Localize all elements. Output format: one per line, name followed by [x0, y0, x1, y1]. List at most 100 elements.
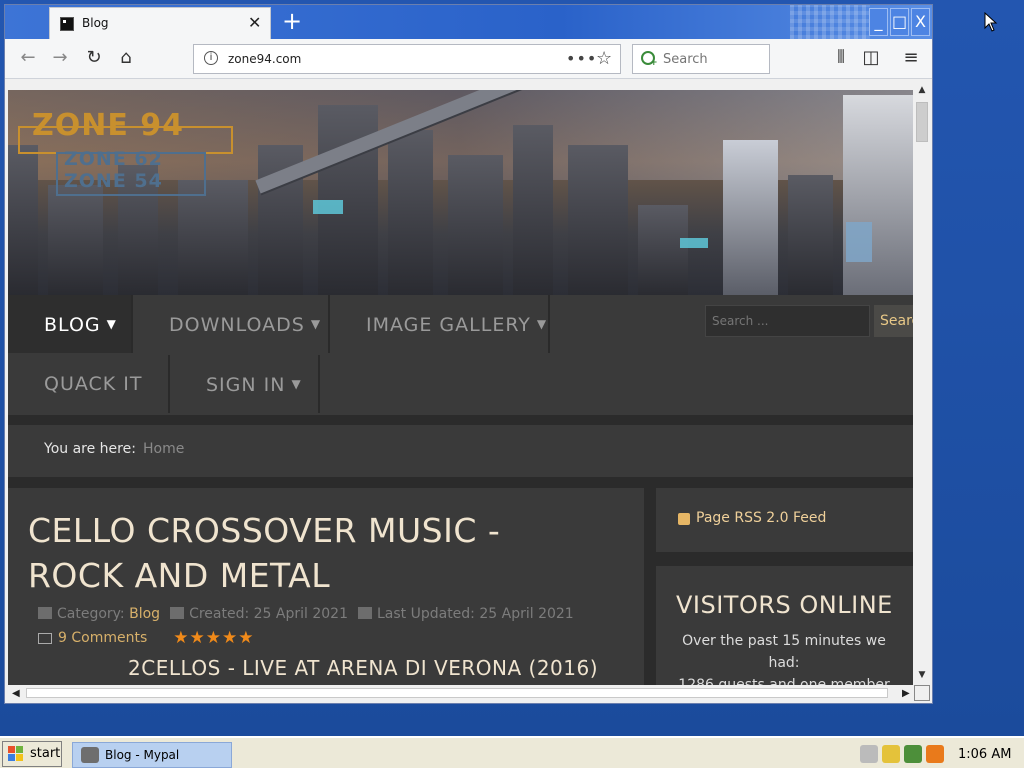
- close-window-button[interactable]: X: [911, 8, 930, 36]
- home-icon[interactable]: ⌂: [113, 45, 139, 71]
- keyboard-icon[interactable]: [860, 745, 878, 763]
- breadcrumb: You are here: Home: [8, 425, 913, 477]
- forward-icon[interactable]: →: [47, 45, 73, 71]
- titlebar-decoration: [790, 5, 870, 39]
- site-info-icon[interactable]: i: [204, 51, 218, 65]
- visitors-text: Over the past 15 minutes we had: 1286 gu…: [674, 630, 894, 685]
- breadcrumb-home-link[interactable]: Home: [143, 441, 184, 457]
- calendar-icon: [357, 607, 372, 619]
- browser-search-input[interactable]: [663, 50, 763, 68]
- favicon-icon: [60, 17, 74, 31]
- network-icon[interactable]: [904, 745, 922, 763]
- logo-line-3: ZONE 54: [64, 170, 163, 192]
- scroll-right-icon[interactable]: ▶: [902, 688, 910, 699]
- visitors-intro: Over the past 15 minutes we had:: [682, 633, 886, 671]
- clock[interactable]: 1:06 AM: [958, 747, 1011, 762]
- window-controls: _ □ X: [869, 8, 930, 36]
- sidebar-toggle-icon[interactable]: ◫: [858, 45, 884, 71]
- comment-icon: [38, 632, 52, 644]
- tab-close-icon[interactable]: ✕: [248, 13, 261, 32]
- site-search-button[interactable]: Search: [874, 305, 913, 337]
- breadcrumb-label: You are here:: [44, 441, 136, 457]
- dropdown-caret-icon: ▼: [536, 317, 548, 331]
- reload-icon[interactable]: ↻: [81, 45, 107, 71]
- article-meta-comments: 9 Comments ★★★★★: [38, 628, 254, 648]
- calendar-icon: [170, 607, 185, 619]
- system-tray: 1:06 AM: [860, 741, 1022, 767]
- menu-item-label: IMAGE GALLERY: [366, 314, 531, 336]
- shield-icon[interactable]: [882, 745, 900, 763]
- comments-link[interactable]: 9 Comments: [58, 630, 147, 646]
- site-search-box[interactable]: [705, 305, 870, 337]
- page-actions-icon[interactable]: •••: [566, 49, 597, 68]
- article-meta: Category: Blog Created: 25 April 2021 La…: [38, 606, 574, 622]
- back-icon[interactable]: ←: [15, 45, 41, 71]
- minimize-button[interactable]: _: [869, 8, 888, 36]
- article-title[interactable]: CELLO CROSSOVER MUSIC - ROCK AND METAL: [28, 508, 588, 598]
- start-button[interactable]: start: [2, 741, 62, 767]
- page-viewport: ZONE 94 ZONE 62 ZONE 54 BLOG ▼ DOWNLOADS ▼…: [8, 90, 913, 685]
- updated-date: Last Updated: 25 April 2021: [376, 606, 574, 622]
- menu-icon[interactable]: ≡: [898, 45, 924, 71]
- menu-item-sign-in[interactable]: SIGN IN ▼: [170, 355, 318, 413]
- menu-item-image-gallery[interactable]: IMAGE GALLERY ▼: [330, 295, 548, 353]
- article-subtitle: 2CELLOS - LIVE AT ARENA DI VERONA (2016): [128, 656, 599, 680]
- visitors-count: 1286 guests and one member: [678, 677, 890, 685]
- banner-building: [48, 185, 103, 295]
- nav-toolbar: ← → ↻ ⌂ i zone94.com ••• ☆ ⫴ ◫ ≡: [5, 39, 932, 79]
- logo-line-1: ZONE 94: [32, 108, 185, 143]
- menu-item-blog[interactable]: BLOG ▼: [8, 295, 131, 353]
- dropdown-caret-icon: ▼: [291, 377, 302, 391]
- visitors-module: VISITORS ONLINE Over the past 15 minutes…: [656, 566, 913, 685]
- scrollbar-corner: [914, 685, 930, 701]
- menu-item-downloads[interactable]: DOWNLOADS ▼: [133, 295, 328, 353]
- dropdown-caret-icon: ▼: [310, 317, 322, 331]
- banner-sign: [313, 200, 343, 214]
- new-tab-button[interactable]: +: [279, 8, 305, 34]
- search-tray-icon[interactable]: [926, 745, 944, 763]
- visitors-heading: VISITORS ONLINE: [676, 591, 893, 619]
- rating-stars[interactable]: ★★★★★: [173, 628, 254, 648]
- taskbar-item-browser[interactable]: Blog - Mypal: [72, 742, 232, 768]
- maximize-button[interactable]: □: [890, 8, 909, 36]
- browser-app-icon: [81, 747, 99, 763]
- menu-divider: [548, 295, 550, 353]
- meta-category: Category: Blog: [38, 606, 160, 622]
- browser-window: Blog ✕ + _ □ X ← → ↻ ⌂ i zone94.com ••• …: [4, 4, 933, 704]
- banner-building: [448, 155, 503, 295]
- site-logo[interactable]: ZONE 94 ZONE 62 ZONE 54: [18, 108, 233, 198]
- bookmark-star-icon[interactable]: ☆: [596, 48, 612, 69]
- scrollbar-thumb[interactable]: [916, 102, 928, 142]
- windows-logo-icon: [8, 746, 24, 762]
- vertical-scrollbar[interactable]: ▲ ▼: [914, 80, 930, 685]
- scroll-down-icon[interactable]: ▼: [916, 670, 928, 680]
- rss-module: Page RSS 2.0 Feed: [656, 488, 913, 552]
- menu-item-label: BLOG: [44, 314, 101, 336]
- url-text[interactable]: zone94.com: [228, 52, 301, 66]
- url-bar[interactable]: i zone94.com ••• ☆: [193, 44, 621, 74]
- scroll-left-icon[interactable]: ◀: [12, 688, 20, 699]
- menu-item-quack-it[interactable]: QUACK IT: [8, 355, 168, 413]
- scrollbar-thumb[interactable]: [26, 688, 888, 698]
- start-label: start: [30, 746, 61, 761]
- site-search-input[interactable]: [706, 306, 866, 336]
- menu-item-label: DOWNLOADS: [169, 314, 305, 336]
- meta-updated: Last Updated: 25 April 2021: [357, 606, 574, 622]
- library-icon[interactable]: ⫴: [828, 45, 854, 71]
- banner-sign: [846, 222, 872, 262]
- menu-item-label: SIGN IN: [206, 374, 286, 396]
- title-bar: Blog ✕ + _ □ X: [5, 5, 932, 39]
- dropdown-caret-icon: ▼: [106, 317, 117, 331]
- taskbar-item-label: Blog - Mypal: [105, 748, 180, 762]
- scroll-up-icon[interactable]: ▲: [916, 85, 928, 95]
- browser-search-box[interactable]: [632, 44, 770, 74]
- category-link[interactable]: Blog: [129, 606, 160, 622]
- created-date: Created: 25 April 2021: [189, 606, 348, 622]
- banner-building: [513, 125, 553, 295]
- horizontal-scrollbar[interactable]: ◀ ▶: [8, 685, 914, 701]
- rss-feed-link[interactable]: Page RSS 2.0 Feed: [696, 510, 826, 526]
- menu-item-label: QUACK IT: [44, 373, 143, 395]
- browser-tab[interactable]: Blog ✕: [49, 7, 271, 39]
- search-engine-icon: [641, 51, 658, 68]
- banner-building: [843, 95, 913, 295]
